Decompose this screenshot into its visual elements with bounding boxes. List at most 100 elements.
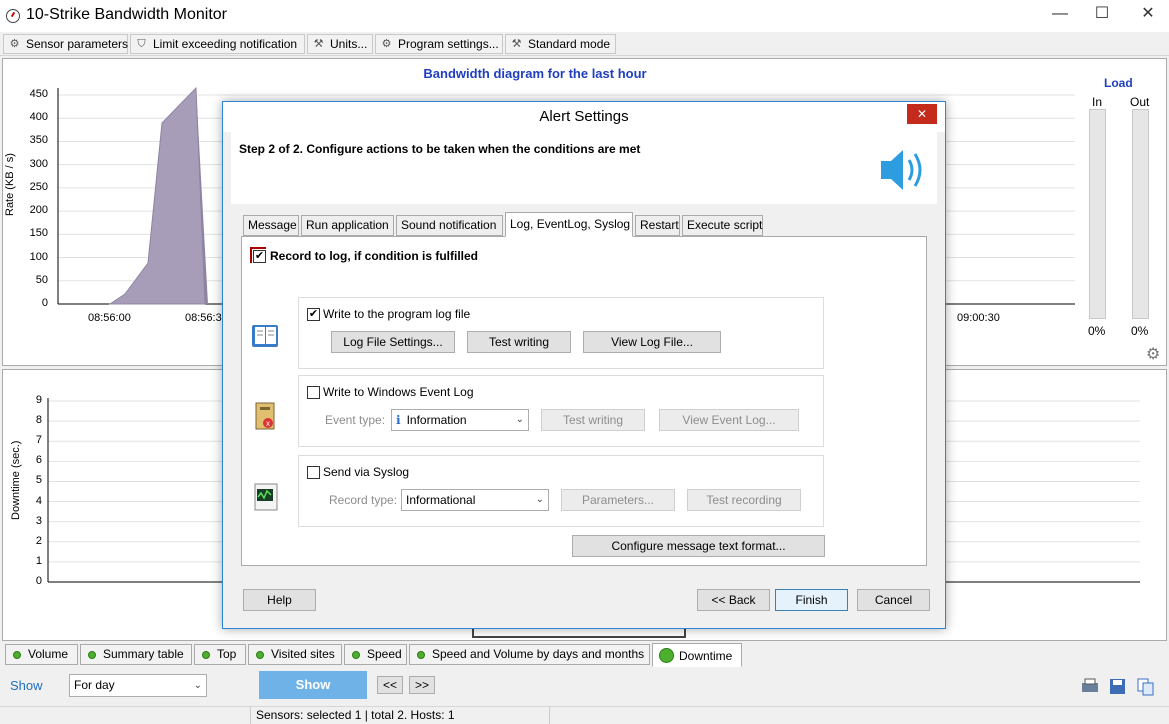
x-tick: 09:00:30 [957,312,1000,324]
close-button[interactable]: ✕ [1133,2,1163,28]
tab-downtime[interactable]: Downtime [652,643,742,667]
gear-icon: ⚙ [9,38,20,50]
view-event-log-button[interactable]: View Event Log... [659,409,799,431]
program-settings-button[interactable]: ⚙ Program settings... [375,34,503,54]
cancel-button[interactable]: Cancel [857,589,930,611]
show-button[interactable]: Show [259,671,367,699]
green-dot-icon [659,648,674,663]
alert-settings-dialog: Alert Settings ✕ Step 2 of 2. Configure … [222,101,946,629]
tab-run-application[interactable]: Run application [301,215,394,236]
cogs-icon: ⚙ [381,38,392,50]
print-icon [1082,678,1098,692]
tab-restart[interactable]: Restart [635,215,680,236]
event-log-checkbox[interactable] [307,386,320,399]
step-description: Step 2 of 2. Configure actions to be tak… [239,142,641,156]
program-log-label: Write to the program log file [323,307,471,321]
record-type-select[interactable]: Informational ⌄ [401,489,549,511]
load-in-gauge [1089,109,1106,319]
tab-message[interactable]: Message [243,215,299,236]
finish-button[interactable]: Finish [775,589,848,611]
record-type-label: Record type: [329,493,398,507]
status-text: Sensors: selected 1 | total 2. Hosts: 1 [250,707,550,724]
tab-visited-sites[interactable]: Visited sites [248,644,342,665]
wrench-icon: ⚒ [313,38,324,50]
tab-top[interactable]: Top [194,644,246,665]
green-dot-icon [202,651,210,659]
green-dot-icon [13,651,21,659]
toolbar: ⚙ Sensor parameters ⛉ Limit exceeding noti… [0,32,1169,56]
next-button[interactable]: >> [409,676,435,694]
tab-speed[interactable]: Speed [344,644,407,665]
gear-icon[interactable]: ⚙ [1146,344,1160,364]
syslog-parameters-button[interactable]: Parameters... [561,489,675,511]
load-title: Load [1104,76,1133,90]
limit-notification-button[interactable]: ⛉ Limit exceeding notification [130,34,305,54]
event-log-group: Write to Windows Event Log Event type: ℹ… [298,375,824,447]
shield-icon: ⛉ [137,38,146,50]
info-icon: ℹ [396,413,401,427]
maximize-button[interactable]: ☐ [1087,2,1117,28]
green-dot-icon [256,651,264,659]
units-button[interactable]: ⚒ Units... [307,34,373,54]
tab-execute-script[interactable]: Execute script [682,215,763,236]
green-dot-icon [417,651,425,659]
chevron-down-icon: ⌄ [515,414,524,425]
bandwidth-area-series [108,86,206,305]
record-to-log-label: Record to log, if condition is fulfilled [270,249,478,263]
sensor-parameters-button[interactable]: ⚙ Sensor parameters [3,34,128,54]
title-bar: 10-Strike Bandwidth Monitor — ☐ ✕ [0,0,1169,32]
green-dot-icon [352,651,360,659]
y-tick: 350 [29,134,48,147]
log-file-settings-button[interactable]: Log File Settings... [331,331,455,353]
y-tick: 150 [29,227,48,240]
view-log-file-button[interactable]: View Log File... [583,331,721,353]
back-button[interactable]: << Back [697,589,770,611]
event-type-select[interactable]: ℹ Information ⌄ [391,409,529,431]
green-dot-icon [88,651,96,659]
minimize-button[interactable]: — [1045,2,1075,28]
status-bar: Sensors: selected 1 | total 2. Hosts: 1 [0,706,1169,724]
tab-volume[interactable]: Volume [5,644,78,665]
tab-speed-volume-days[interactable]: Speed and Volume by days and months [409,644,650,665]
syslog-checkbox[interactable] [307,466,320,479]
y-tick: 5 [35,474,42,487]
event-type-label: Event type: [325,413,386,427]
export-icons [1082,678,1154,696]
tab-summary-table[interactable]: Summary table [80,644,192,665]
test-writing-button[interactable]: Test writing [467,331,571,353]
save-icon [1110,679,1125,694]
y-tick: 9 [35,394,42,406]
configure-message-format-button[interactable]: Configure message text format... [572,535,825,557]
y-tick: 0 [41,297,48,309]
program-log-checkbox[interactable]: ✔ [307,308,320,321]
load-in-value: 0% [1088,324,1106,338]
chevron-down-icon: ⌄ [535,494,544,505]
dialog-close-button[interactable]: ✕ [907,104,937,124]
y-tick: 400 [29,111,48,124]
downtime-bar [472,628,686,638]
event-test-writing-button[interactable]: Test writing [541,409,645,431]
speaker-icon [881,150,922,190]
help-button[interactable]: Help [243,589,316,611]
y-tick: 300 [29,157,48,170]
y-tick: 250 [29,180,48,193]
syslog-group: Send via Syslog Record type: Information… [298,455,824,527]
load-in-label: In [1092,95,1103,109]
record-to-log-checkbox[interactable]: ✔ [253,250,266,263]
prev-button[interactable]: << [377,676,403,694]
period-select[interactable]: For day ⌄ [69,674,207,697]
load-out-value: 0% [1131,324,1149,338]
window-title: 10-Strike Bandwidth Monitor [26,6,227,23]
event-log-icon: x [255,402,275,430]
tab-sound-notification[interactable]: Sound notification [396,215,503,236]
standard-mode-button[interactable]: ⚒ Standard mode [505,34,616,54]
tools-icon: ⚒ [511,38,522,50]
syslog-label: Send via Syslog [323,465,410,479]
bandwidth-chart-title: Bandwidth diagram for the last hour [423,66,647,81]
y-tick: 0 [35,575,42,587]
test-recording-button[interactable]: Test recording [687,489,801,511]
y-tick: 6 [35,454,42,467]
tab-log-eventlog-syslog[interactable]: Log, EventLog, Syslog [505,212,633,237]
y-tick: 450 [29,88,48,100]
y-tick: 7 [35,434,42,447]
